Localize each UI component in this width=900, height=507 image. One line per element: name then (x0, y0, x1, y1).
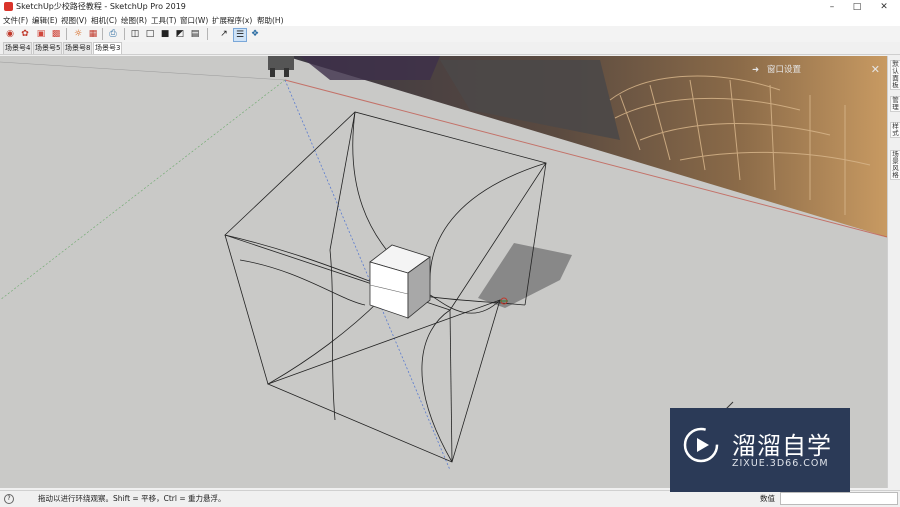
watermark: 溜溜自学 ZIXUE.3D66.COM (670, 408, 850, 492)
scene-tab[interactable]: 场景号4 (3, 42, 33, 54)
tray-close-icon[interactable]: ✕ (871, 62, 880, 78)
person-figure (268, 56, 294, 77)
display-section-cuts-icon[interactable]: ■ (159, 28, 171, 40)
watermark-subtitle: ZIXUE.3D66.COM (732, 458, 829, 469)
foliage-shape (300, 56, 440, 80)
scene-tab[interactable]: 场景号8 (63, 42, 93, 54)
tray-title: 窗口设置 (767, 65, 802, 75)
side-panel: 默认面板 管理 样式 场景风格 (887, 56, 900, 488)
print-icon[interactable]: ⎙ (107, 28, 119, 40)
menu-view[interactable]: 视图(V) (61, 15, 87, 26)
close-icon[interactable]: ✕ (870, 0, 898, 14)
scene-tab-bar: 场景号4 场景号5 场景号8 场景号3 (0, 42, 900, 55)
side-tab[interactable]: 管理 (890, 96, 900, 112)
generate-report-icon[interactable]: ▦ (87, 28, 99, 40)
display-section-fill-icon[interactable]: ◩ (174, 28, 186, 40)
cube[interactable] (369, 244, 431, 319)
help-icon[interactable]: ? (4, 494, 14, 504)
warehouse-icon[interactable]: ✿ (19, 28, 31, 40)
layout-icon[interactable]: ▩ (50, 28, 62, 40)
menu-window[interactable]: 窗口(W) (180, 15, 208, 26)
maximize-icon[interactable]: □ (843, 0, 871, 14)
axes-icon[interactable]: ↗ (218, 28, 230, 40)
app-icon (4, 2, 13, 11)
outliner-icon[interactable]: ☰ (233, 28, 247, 42)
display-section-planes-icon[interactable]: □ (144, 28, 156, 40)
toolbar-separator (207, 28, 208, 40)
scene-tab-active[interactable]: 场景号3 (93, 42, 123, 54)
measurements-label: 数值 (760, 494, 775, 503)
menu-edit[interactable]: 编辑(E) (32, 15, 58, 26)
toolbar-separator (66, 28, 67, 40)
style-builder-icon[interactable]: ☼ (72, 28, 84, 40)
play-logo-icon (683, 427, 719, 463)
toolbar-separator (124, 28, 125, 40)
extension-warehouse-icon[interactable]: ▣ (35, 28, 47, 40)
measurements-input[interactable] (780, 492, 898, 505)
component-icon[interactable]: ❖ (249, 28, 261, 40)
menu-draw[interactable]: 绘图(R) (121, 15, 147, 26)
display-section-fill-icon-2[interactable]: ▤ (189, 28, 201, 40)
sketchup-logo-icon[interactable]: ◉ (4, 28, 16, 40)
toolbar: ◉ ✿ ▣ ▩ ☼ ▦ ⎙ ◫ □ ■ ◩ ▤ ↗ ☰ ❖ (0, 26, 900, 42)
section-plane-icon[interactable]: ◫ (129, 28, 141, 40)
cube-shadow (478, 243, 572, 308)
menu-help[interactable]: 帮助(H) (257, 15, 284, 26)
watermark-title: 溜溜自学 (732, 432, 832, 460)
menu-file[interactable]: 文件(F) (3, 15, 28, 26)
menu-tools[interactable]: 工具(T) (151, 15, 176, 26)
side-tab[interactable]: 场景风格 (890, 150, 900, 180)
horizon-line (0, 61, 286, 81)
tray-header[interactable]: ➜ 窗口设置 ✕ (750, 62, 886, 78)
toolbar-separator (102, 28, 103, 40)
menu-extensions[interactable]: 扩展程序(x) (212, 15, 252, 26)
menu-camera[interactable]: 相机(C) (91, 15, 117, 26)
minimize-icon[interactable]: – (818, 0, 846, 14)
window-title: SketchUp少校路径教程 - SketchUp Pro 2019 (16, 2, 186, 11)
side-tab[interactable]: 样式 (890, 122, 900, 138)
green-axis (0, 79, 286, 301)
status-message: 拖动以进行环绕观察。Shift = 平移，Ctrl = 重力悬浮。 (38, 494, 226, 503)
expand-arrow-icon[interactable]: ➜ (752, 62, 759, 78)
title-bar: SketchUp少校路径教程 - SketchUp Pro 2019 – □ ✕ (0, 0, 900, 14)
status-bar: ? 拖动以进行环绕观察。Shift = 平移，Ctrl = 重力悬浮。 数值 (0, 490, 900, 507)
scene-tab[interactable]: 场景号5 (33, 42, 63, 54)
menu-bar: 文件(F) 编辑(E) 视图(V) 相机(C) 绘图(R) 工具(T) 窗口(W… (0, 14, 900, 26)
side-tab[interactable]: 默认面板 (890, 60, 900, 90)
